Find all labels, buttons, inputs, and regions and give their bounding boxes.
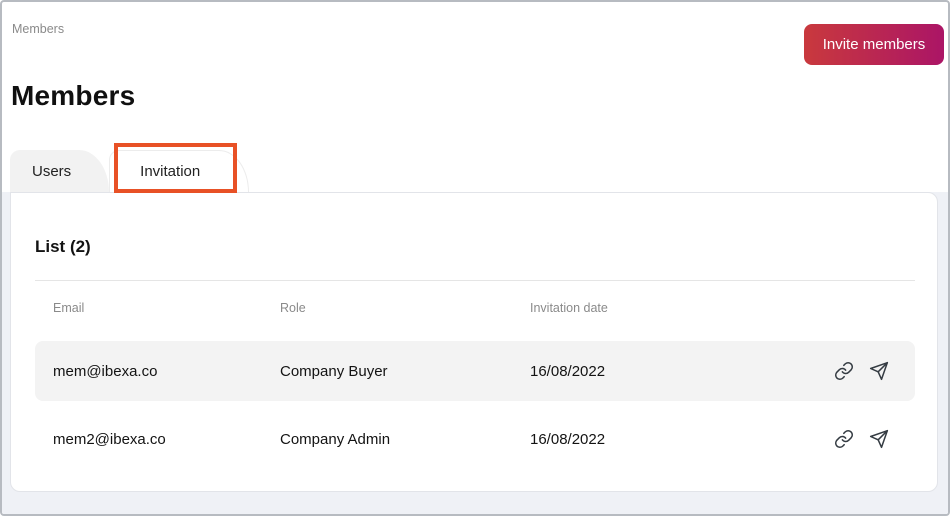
column-header-invitation-date: Invitation date [530, 301, 915, 315]
breadcrumb[interactable]: Members [12, 22, 64, 36]
tab-invitation-label: Invitation [140, 163, 200, 180]
cell-invitation-date: 16/08/2022 [530, 363, 834, 380]
resend-invitation-button[interactable] [869, 429, 889, 449]
tab-invitation[interactable]: Invitation [109, 150, 249, 192]
divider [35, 280, 915, 281]
table-row: mem2@ibexa.co Company Admin 16/08/2022 [35, 409, 915, 469]
cell-role: Company Admin [280, 431, 530, 448]
page-title: Members [11, 80, 135, 112]
send-icon [869, 361, 889, 381]
row-actions [834, 429, 915, 449]
tab-bar: Users Invitation [10, 150, 249, 192]
list-title: List (2) [35, 237, 91, 257]
copy-invitation-link-button[interactable] [834, 429, 854, 449]
invitation-list-panel: List (2) Email Role Invitation date mem@… [10, 192, 938, 492]
column-header-role: Role [280, 301, 530, 315]
cell-email: mem@ibexa.co [35, 363, 280, 380]
send-icon [869, 429, 889, 449]
invite-members-button[interactable]: Invite members [804, 24, 944, 65]
table-row: mem@ibexa.co Company Buyer 16/08/2022 [35, 341, 915, 401]
table-header-row: Email Role Invitation date [35, 295, 915, 321]
cell-role: Company Buyer [280, 363, 530, 380]
cell-invitation-date: 16/08/2022 [530, 431, 834, 448]
resend-invitation-button[interactable] [869, 361, 889, 381]
tab-users-label: Users [32, 163, 71, 180]
cell-email: mem2@ibexa.co [35, 431, 280, 448]
link-icon [834, 429, 854, 449]
tab-users[interactable]: Users [10, 150, 109, 192]
link-icon [834, 361, 854, 381]
app-window: Members Invite members Members Users Inv… [0, 0, 950, 516]
column-header-email: Email [35, 301, 280, 315]
copy-invitation-link-button[interactable] [834, 361, 854, 381]
row-actions [834, 361, 915, 381]
